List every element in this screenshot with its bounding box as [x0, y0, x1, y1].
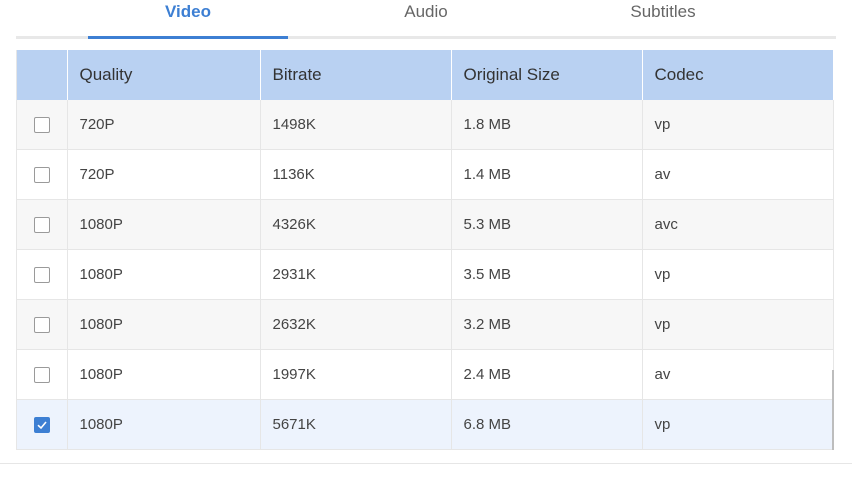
- table-row[interactable]: 720P 1498K 1.8 MB vp: [17, 100, 834, 150]
- select-cell: [17, 299, 68, 350]
- table-scrollbar[interactable]: [832, 370, 834, 450]
- codec-cell: vp: [642, 299, 834, 350]
- tab-video[interactable]: Video: [88, 0, 288, 39]
- bitrate-cell: 4326K: [260, 199, 452, 250]
- row-checkbox[interactable]: [33, 217, 50, 234]
- header-codec[interactable]: Codec: [642, 50, 834, 100]
- select-cell: [17, 399, 68, 450]
- select-cell: [17, 149, 68, 200]
- table-row[interactable]: 1080P 5671K 6.8 MB vp: [17, 399, 834, 450]
- select-cell: [17, 199, 68, 250]
- table-row[interactable]: 1080P 4326K 5.3 MB avc: [17, 199, 834, 250]
- size-cell: 5.3 MB: [451, 199, 643, 250]
- header-original-size[interactable]: Original Size: [451, 50, 643, 100]
- size-cell: 1.4 MB: [451, 149, 643, 200]
- size-cell: 2.4 MB: [451, 349, 643, 400]
- quality-cell: 720P: [67, 100, 261, 150]
- codec-cell: vp: [642, 249, 834, 300]
- size-cell: 3.2 MB: [451, 299, 643, 350]
- codec-cell: av: [642, 149, 834, 200]
- table-row[interactable]: 1080P 1997K 2.4 MB av: [17, 349, 834, 400]
- table-row[interactable]: 720P 1136K 1.4 MB av: [17, 149, 834, 200]
- bitrate-cell: 1136K: [260, 149, 452, 200]
- select-cell: [17, 249, 68, 300]
- header-bitrate[interactable]: Bitrate: [260, 50, 452, 100]
- size-cell: 3.5 MB: [451, 249, 643, 300]
- header-select-column: [17, 50, 68, 100]
- table-row[interactable]: 1080P 2931K 3.5 MB vp: [17, 249, 834, 300]
- row-checkbox[interactable]: [33, 117, 50, 134]
- table-body: 720P 1498K 1.8 MB vp 720P 1136K 1.4 MB av 1080P 4…: [17, 100, 834, 450]
- bitrate-cell: 5671K: [260, 399, 452, 450]
- quality-cell: 1080P: [67, 349, 261, 400]
- header-quality[interactable]: Quality: [67, 50, 261, 100]
- bitrate-cell: 1498K: [260, 100, 452, 150]
- quality-cell: 720P: [67, 149, 261, 200]
- tab-subtitles[interactable]: Subtitles: [563, 0, 763, 36]
- bitrate-cell: 1997K: [260, 349, 452, 400]
- row-checkbox[interactable]: [33, 417, 50, 434]
- quality-cell: 1080P: [67, 199, 261, 250]
- tab-audio[interactable]: Audio: [326, 0, 526, 36]
- format-tabs: Video Audio Subtitles: [16, 0, 836, 39]
- bitrate-cell: 2632K: [260, 299, 452, 350]
- quality-cell: 1080P: [67, 299, 261, 350]
- video-format-table: Quality Bitrate Original Size Codec 720P…: [16, 50, 835, 450]
- select-cell: [17, 100, 68, 150]
- row-checkbox[interactable]: [33, 167, 50, 184]
- row-checkbox[interactable]: [33, 367, 50, 384]
- row-checkbox[interactable]: [33, 317, 50, 334]
- row-checkbox[interactable]: [33, 267, 50, 284]
- table-header-row: Quality Bitrate Original Size Codec: [17, 50, 834, 100]
- codec-cell: vp: [642, 399, 834, 450]
- quality-cell: 1080P: [67, 399, 261, 450]
- quality-cell: 1080P: [67, 249, 261, 300]
- bitrate-cell: 2931K: [260, 249, 452, 300]
- checkmark-icon: [37, 421, 47, 430]
- table-row[interactable]: 1080P 2632K 3.2 MB vp: [17, 299, 834, 350]
- codec-cell: avc: [642, 199, 834, 250]
- codec-cell: av: [642, 349, 834, 400]
- select-cell: [17, 349, 68, 400]
- size-cell: 6.8 MB: [451, 399, 643, 450]
- codec-cell: vp: [642, 100, 834, 150]
- format-table: Quality Bitrate Original Size Codec 720P…: [17, 50, 834, 450]
- size-cell: 1.8 MB: [451, 100, 643, 150]
- divider: [0, 463, 852, 464]
